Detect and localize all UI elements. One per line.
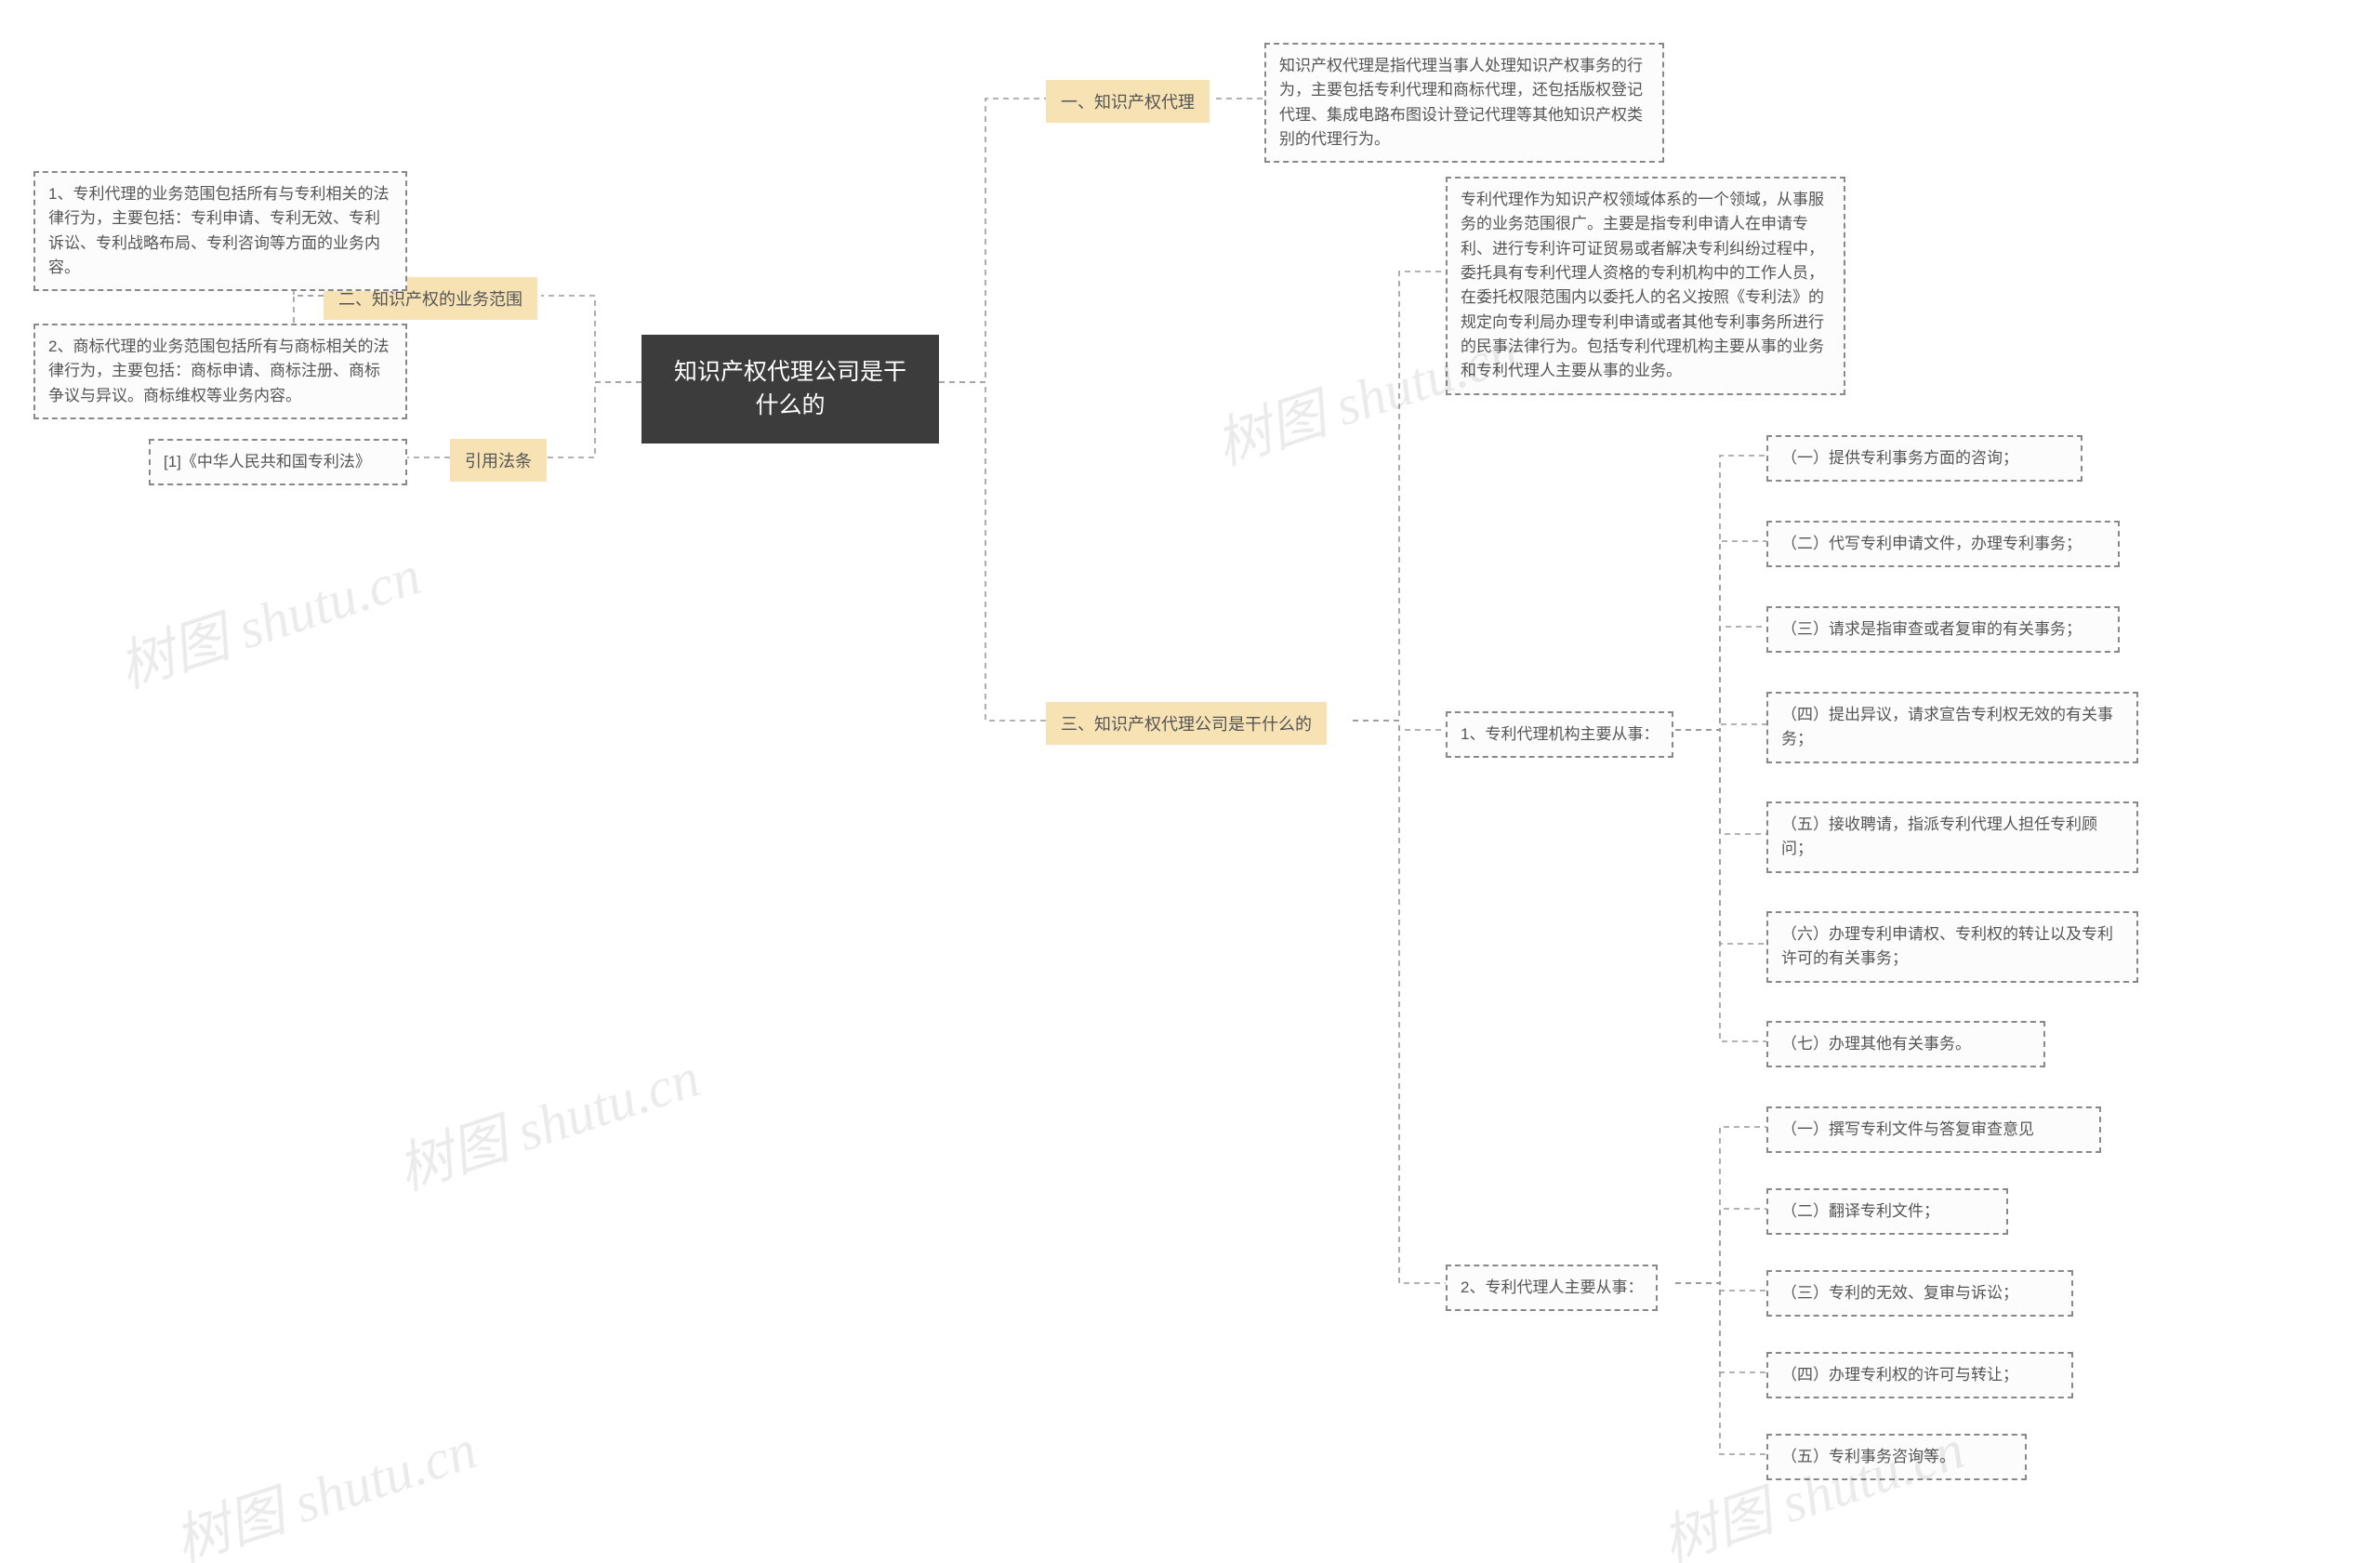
sub1-item-4[interactable]: （四）提出异议，请求宣告专利权无效的有关事务； <box>1766 692 2138 763</box>
sub1-item-5[interactable]: （五）接收聘请，指派专利代理人担任专利顾问； <box>1766 801 2138 873</box>
branch-1-text[interactable]: 知识产权代理是指代理当事人处理知识产权事务的行为，主要包括专利代理和商标代理，还… <box>1264 43 1664 163</box>
sub1-item-1[interactable]: （一）提供专利事务方面的咨询； <box>1766 435 2082 482</box>
ref-text[interactable]: [1]《中华人民共和国专利法》 <box>149 439 407 485</box>
watermark: 树图 shutu.cn <box>386 1032 708 1206</box>
sub2-item-4[interactable]: （四）办理专利权的许可与转让； <box>1766 1352 2073 1398</box>
branch-3-sub2-label[interactable]: 2、专利代理人主要从事： <box>1446 1265 1658 1311</box>
branch-3-intro[interactable]: 专利代理作为知识产权领域体系的一个领域，从事服务的业务范围很广。主要是指专利申请… <box>1446 177 1845 395</box>
watermark: 树图 shutu.cn <box>107 530 430 704</box>
branch-3-sub1-label[interactable]: 1、专利代理机构主要从事： <box>1446 711 1673 758</box>
ref-label[interactable]: 引用法条 <box>450 439 547 482</box>
watermark: 树图 shutu.cn <box>163 1404 485 1563</box>
sub1-item-2[interactable]: （二）代写专利申请文件，办理专利事务； <box>1766 521 2120 567</box>
branch-2-item-2[interactable]: 2、商标代理的业务范围包括所有与商标相关的法律行为，主要包括：商标申请、商标注册… <box>33 324 407 419</box>
root-title: 知识产权代理公司是干什么的 <box>674 359 906 418</box>
sub1-item-3[interactable]: （三）请求是指审查或者复审的有关事务； <box>1766 606 2120 653</box>
branch-3-label[interactable]: 三、知识产权代理公司是干什么的 <box>1046 702 1327 745</box>
sub2-item-2[interactable]: （二）翻译专利文件； <box>1766 1188 2008 1235</box>
branch-2-item-1[interactable]: 1、专利代理的业务范围包括所有与专利相关的法律行为，主要包括：专利申请、专利无效… <box>33 171 407 291</box>
sub2-item-1[interactable]: （一）撰写专利文件与答复审查意见 <box>1766 1106 2101 1153</box>
sub2-item-5[interactable]: （五）专利事务咨询等。 <box>1766 1434 2027 1480</box>
branch-1-label[interactable]: 一、知识产权代理 <box>1046 80 1210 123</box>
sub1-item-7[interactable]: （七）办理其他有关事务。 <box>1766 1021 2045 1067</box>
sub1-item-6[interactable]: （六）办理专利申请权、专利权的转让以及专利许可的有关事务； <box>1766 911 2138 983</box>
watermark: 树图 shutu.cn <box>1650 1404 1973 1563</box>
sub2-item-3[interactable]: （三）专利的无效、复审与诉讼； <box>1766 1270 2073 1317</box>
root-node[interactable]: 知识产权代理公司是干什么的 <box>641 335 939 444</box>
